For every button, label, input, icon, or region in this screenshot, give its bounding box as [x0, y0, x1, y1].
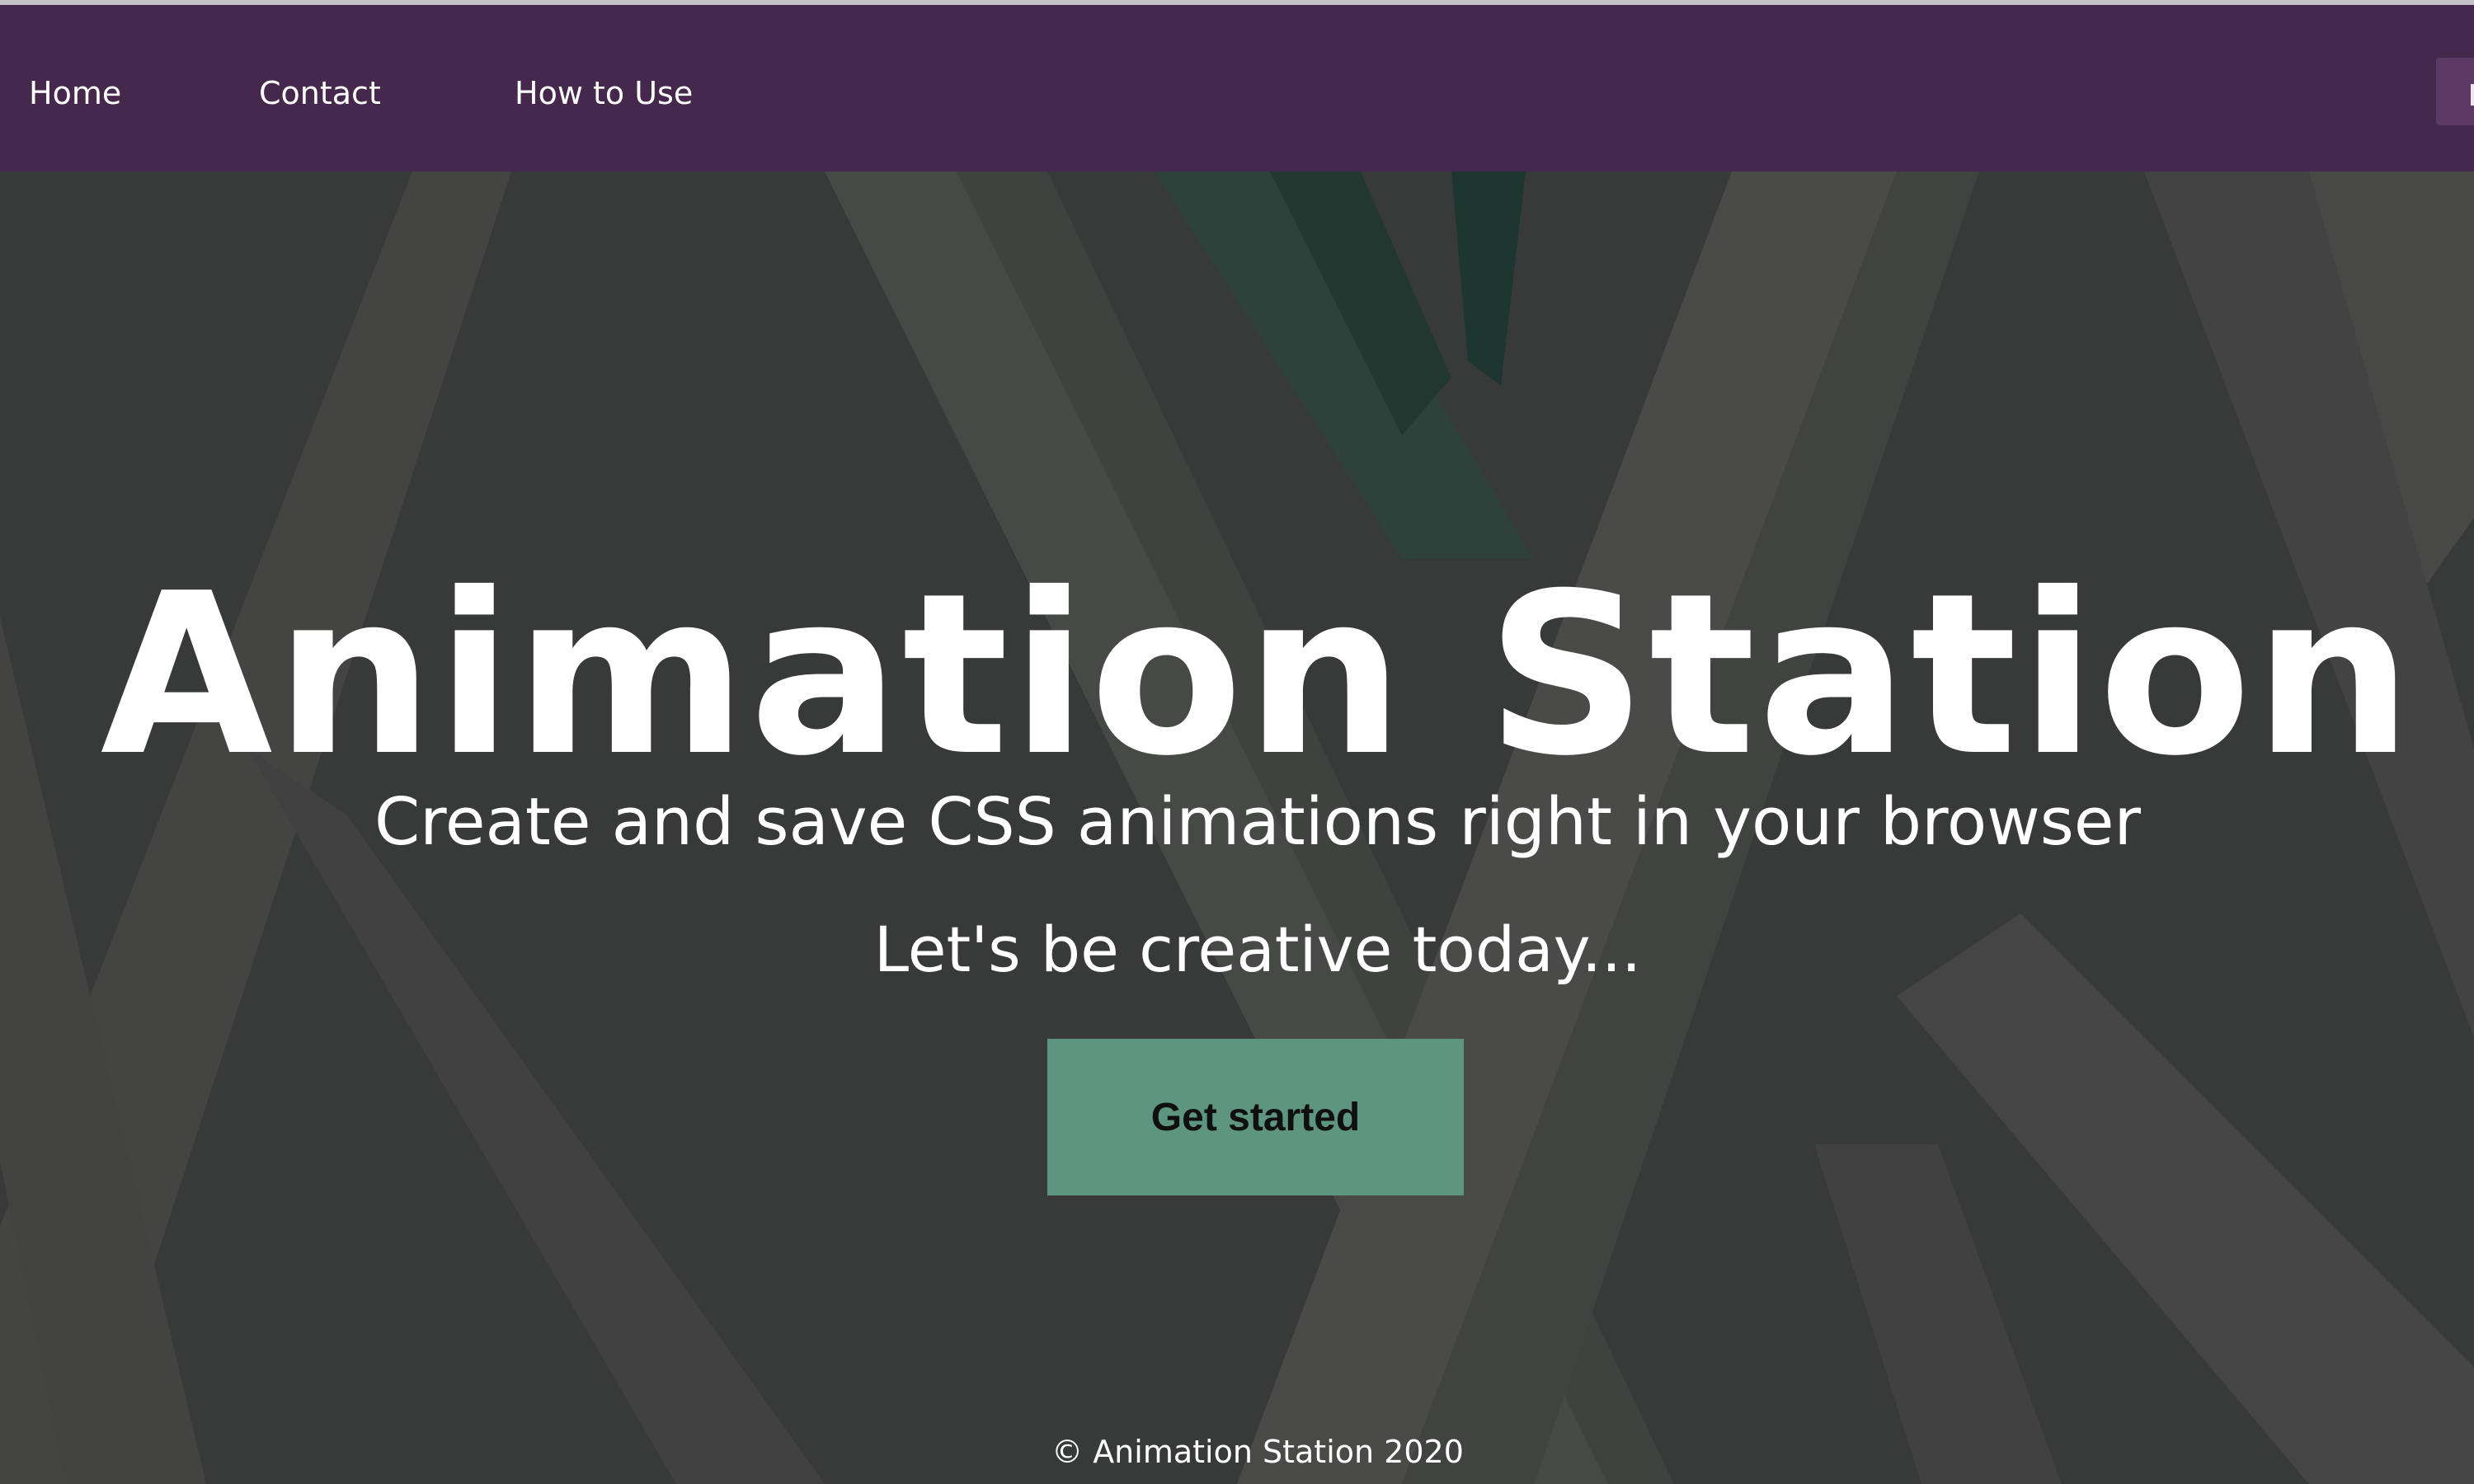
- hero-section: Animation Station Create and save CSS an…: [0, 171, 2474, 1484]
- nav-link-contact[interactable]: Contact: [259, 74, 381, 112]
- hero-title: Animation Station: [100, 544, 2415, 805]
- nav-link-home[interactable]: Home: [29, 74, 121, 112]
- hero-subtitle: Create and save CSS animations right in …: [374, 784, 2142, 860]
- get-started-button[interactable]: Get started: [1047, 1039, 1464, 1195]
- nav-cutoff-button[interactable]: [2436, 58, 2474, 125]
- footer-copyright: © Animation Station 2020: [1051, 1434, 1464, 1470]
- hero-tagline: Let's be creative today...: [873, 913, 1642, 986]
- navbar: Home Contact How to Use: [0, 5, 2474, 171]
- nav-link-how-to-use[interactable]: How to Use: [515, 74, 693, 112]
- page: Home Contact How to Use Animation Statio…: [0, 0, 2474, 1484]
